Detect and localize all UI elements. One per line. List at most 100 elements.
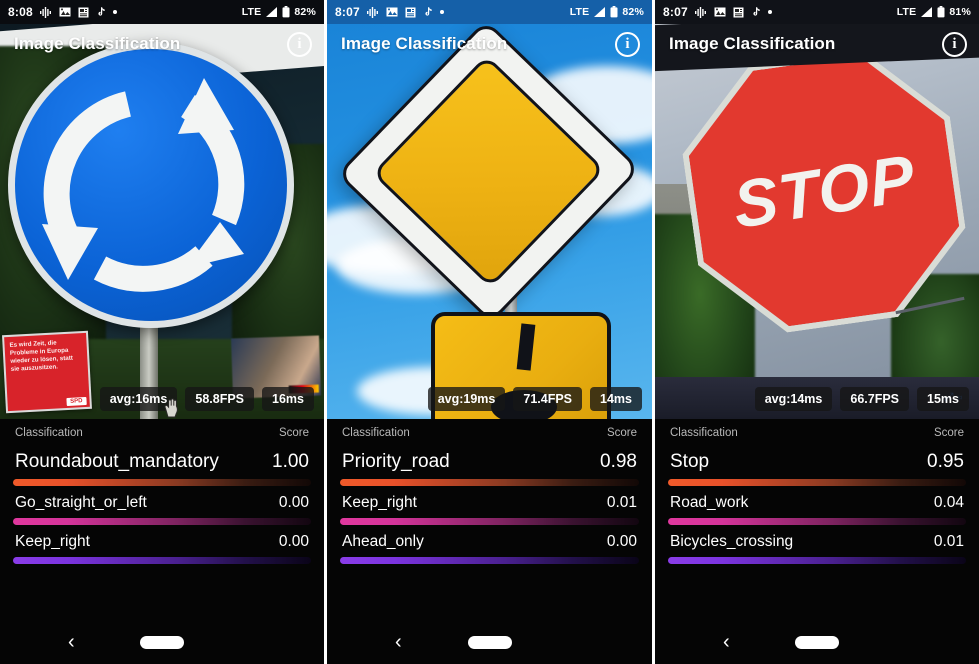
status-time: 8:07: [335, 5, 360, 19]
result-row-3: Keep_right 0.00: [13, 525, 311, 564]
fps-badge: 58.8FPS: [185, 387, 255, 411]
result-score-bar: [668, 518, 966, 525]
dot-icon: [767, 10, 772, 14]
classification-results: Classification Score Stop 0.95 Road_work…: [655, 419, 979, 620]
performance-badges: avg:16ms 58.8FPS 16ms: [0, 387, 324, 411]
result-score: 0.00: [278, 494, 309, 511]
status-bar: 8:08 LTE 82%: [0, 0, 324, 24]
performance-badges: avg:19ms 71.4FPS 14ms: [327, 387, 652, 411]
image-icon: [714, 7, 726, 17]
status-system-icons: LTE 82%: [242, 6, 316, 18]
column-header-classification: Classification: [670, 427, 738, 439]
stop-sign-text: STOP: [729, 139, 919, 243]
news-icon: [78, 7, 89, 18]
back-chevron-icon[interactable]: ‹: [68, 632, 75, 652]
frame-latency-badge: 16ms: [262, 387, 314, 411]
scene-priority-road-sign: [327, 24, 652, 419]
tiktok-icon: [423, 6, 433, 18]
back-chevron-icon[interactable]: ‹: [395, 632, 402, 652]
column-header-classification: Classification: [342, 427, 410, 439]
result-label: Go_straight_or_left: [15, 494, 147, 511]
result-label: Ahead_only: [342, 533, 424, 550]
result-score-bar: [668, 557, 966, 564]
info-icon[interactable]: i: [615, 32, 640, 57]
result-score: 0.01: [933, 533, 964, 550]
info-icon[interactable]: i: [287, 32, 312, 57]
avg-latency-badge: avg:14ms: [754, 387, 833, 411]
camera-preview[interactable]: Es wird Zeit, die Probleme in Europa wie…: [0, 24, 324, 419]
battery-icon: [937, 6, 945, 18]
status-bar: 8:07 LTE: [327, 0, 652, 24]
result-label: Roundabout_mandatory: [15, 451, 219, 472]
result-score: 0.00: [278, 533, 309, 550]
fps-badge: 71.4FPS: [513, 387, 583, 411]
back-chevron-icon[interactable]: ‹: [723, 632, 730, 652]
fps-badge: 66.7FPS: [840, 387, 910, 411]
system-navigation-bar: ‹: [327, 620, 652, 664]
hand-cursor-icon: [164, 398, 178, 418]
result-row-3: Bicycles_crossing 0.01: [668, 525, 966, 564]
poster-text: Es wird Zeit, die Probleme in Europa wie…: [9, 339, 74, 373]
results-header: Classification Score: [340, 419, 639, 443]
page-title: Image Classification: [341, 34, 508, 53]
battery-percent-label: 82%: [294, 6, 316, 18]
classification-results: Classification Score Roundabout_mandator…: [0, 419, 324, 620]
signal-icon: [920, 6, 933, 18]
status-time: 8:08: [8, 5, 33, 19]
phone-screen-1: 8:08 LTE 82% Es wird Zeit, die Probleme …: [0, 0, 324, 664]
performance-badges: avg:14ms 66.7FPS 15ms: [655, 387, 979, 411]
info-icon[interactable]: i: [942, 32, 967, 57]
result-score: 0.01: [606, 494, 637, 511]
dot-icon: [112, 10, 117, 14]
phone-screen-3: 8:07 LTE 81% STOP Image Classification i…: [655, 0, 979, 664]
column-header-score: Score: [606, 427, 637, 439]
result-label: Stop: [670, 451, 710, 472]
status-system-icons: LTE 82%: [570, 6, 644, 18]
battery-percent-label: 81%: [949, 6, 971, 18]
signal-icon: [265, 6, 278, 18]
result-score: 0.98: [600, 451, 637, 472]
classification-results: Classification Score Priority_road 0.98 …: [327, 419, 652, 620]
signal-icon: [593, 6, 606, 18]
result-score: 1.00: [272, 451, 309, 472]
camera-preview[interactable]: Image Classification i avg:19ms 71.4FPS …: [327, 24, 652, 419]
status-time: 8:07: [663, 5, 688, 19]
result-row-1: Stop 0.95: [668, 443, 966, 486]
network-type-label: LTE: [569, 6, 590, 18]
status-notification-icons: [694, 6, 772, 18]
scene-stop-sign: STOP ⤢ ⌑: [655, 24, 979, 419]
result-score: 0.04: [933, 494, 964, 511]
status-notification-icons: [39, 6, 117, 18]
battery-percent-label: 82%: [622, 6, 644, 18]
result-score-bar: [13, 479, 311, 486]
result-label: Priority_road: [342, 451, 450, 472]
result-score-bar: [340, 479, 639, 486]
column-header-score: Score: [278, 427, 309, 439]
battery-icon: [610, 6, 618, 18]
equalizer-icon: [366, 6, 379, 18]
result-row-3: Ahead_only 0.00: [340, 525, 639, 564]
camera-preview[interactable]: STOP ⤢ ⌑ Image Classification i avg:14ms…: [655, 24, 979, 419]
frame-latency-badge: 14ms: [590, 387, 642, 411]
system-navigation-bar: ‹: [0, 620, 324, 664]
avg-latency-badge: avg:19ms: [427, 387, 506, 411]
battery-icon: [282, 6, 290, 18]
result-row-1: Priority_road 0.98: [340, 443, 639, 486]
equalizer-icon: [39, 6, 52, 18]
result-score-bar: [13, 518, 311, 525]
page-title: Image Classification: [14, 34, 181, 53]
system-navigation-bar: ‹: [655, 620, 979, 664]
tiktok-icon: [751, 6, 761, 18]
roundabout-arrows-icon: [42, 78, 245, 292]
column-header-classification: Classification: [15, 427, 83, 439]
home-pill-icon[interactable]: [140, 635, 184, 649]
image-icon: [386, 7, 398, 17]
network-type-label: LTE: [241, 6, 262, 18]
dot-icon: [439, 10, 444, 14]
result-score: 0.00: [606, 533, 637, 550]
result-score-bar: [668, 479, 966, 486]
home-pill-icon[interactable]: [467, 635, 512, 649]
status-system-icons: LTE 81%: [897, 6, 971, 18]
result-score-bar: [340, 557, 639, 564]
home-pill-icon[interactable]: [795, 635, 839, 649]
